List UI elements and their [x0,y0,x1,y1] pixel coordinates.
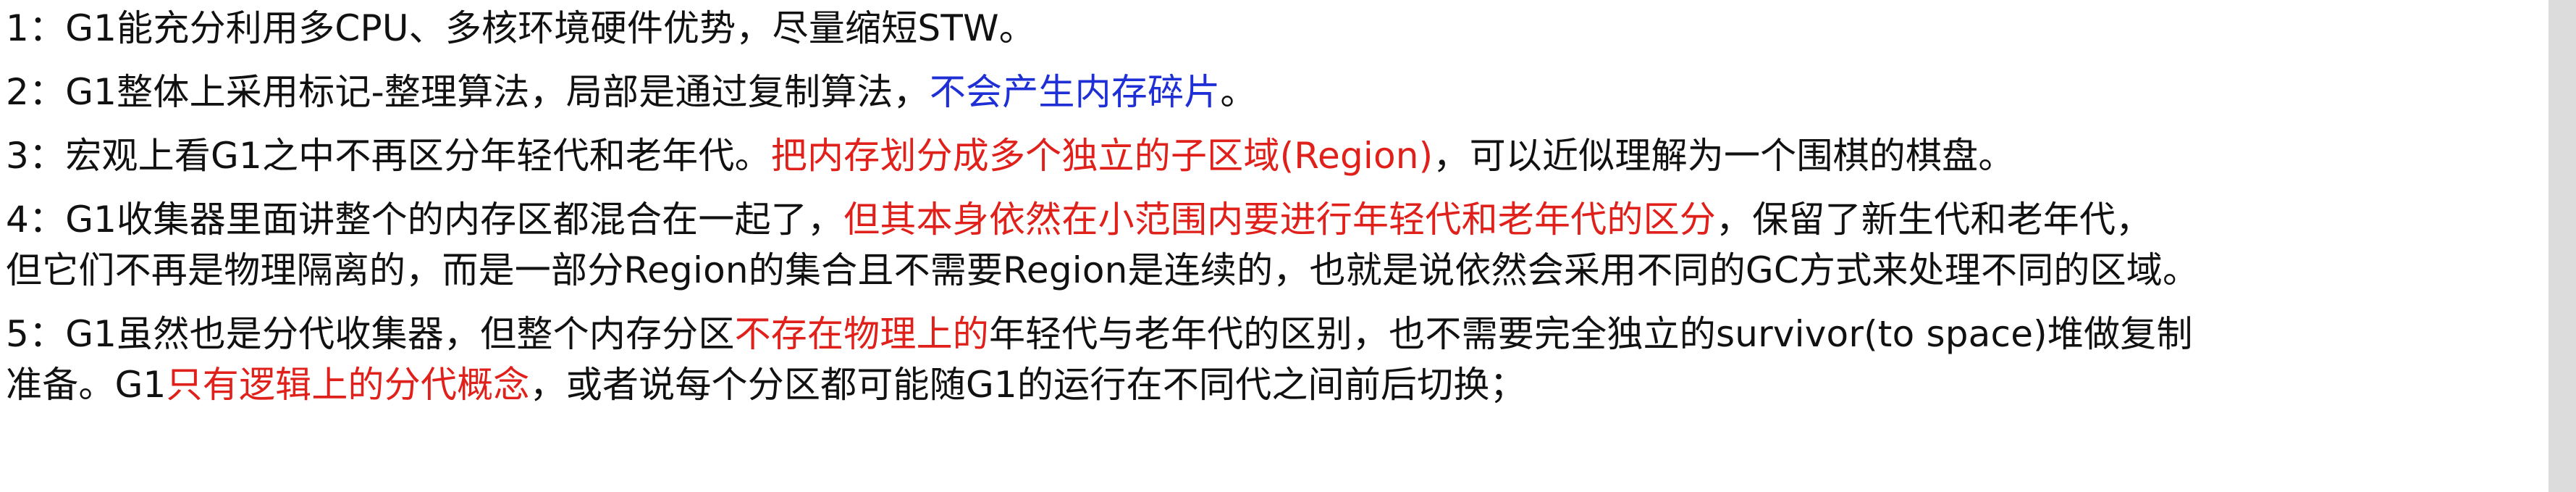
paragraph-1: 1：G1能充分利用多CPU、多核环境硬件优势，尽量缩短STW。 [6,3,2569,54]
highlight-red: 把内存划分成多个独立的子区域(Region) [770,135,1434,177]
paragraph-5-line-1: 5：G1虽然也是分代收集器，但整个内存分区不存在物理上的年轻代与老年代的区别，也… [6,309,2569,359]
paragraph-4-line-1: 4：G1收集器里面讲整个的内存区都混合在一起了，但其本身依然在小范围内要进行年轻… [6,194,2569,245]
paragraph-3: 3：宏观上看G1之中不再区分年轻代和老年代。把内存划分成多个独立的子区域(Reg… [6,130,2569,181]
text-run: 2：G1整体上采用标记-整理算法，局部是通过复制算法， [6,71,930,113]
text-run: 。 [1220,71,1257,113]
highlight-red: 只有逻辑上的分代概念 [166,364,530,406]
window-edge [2548,0,2576,492]
paragraph-3-line-1: 3：宏观上看G1之中不再区分年轻代和老年代。把内存划分成多个独立的子区域(Reg… [6,130,2569,181]
text-run: 但它们不再是物理隔离的，而是一部分Region的集合且不需要Region是连续的… [6,249,2200,291]
text-run: 3：宏观上看G1之中不再区分年轻代和老年代。 [6,135,771,177]
text-run: 5：G1虽然也是分代收集器，但整个内存分区 [6,313,735,355]
paragraph-5: 5：G1虽然也是分代收集器，但整个内存分区不存在物理上的年轻代与老年代的区别，也… [6,309,2569,410]
document-body: 1：G1能充分利用多CPU、多核环境硬件优势，尽量缩短STW。 2：G1整体上采… [6,3,2569,423]
text-run: ，可以近似理解为一个围棋的棋盘。 [1433,135,2015,177]
text-run: 4：G1收集器里面讲整个的内存区都混合在一起了， [6,199,844,241]
highlight-blue: 不会产生内存碎片 [929,71,1221,113]
paragraph-2-line-1: 2：G1整体上采用标记-整理算法，局部是通过复制算法，不会产生内存碎片。 [6,67,2569,117]
paragraph-5-line-2: 准备。G1只有逻辑上的分代概念，或者说每个分区都可能随G1的运行在不同代之间前后… [6,359,2569,410]
highlight-red: 但其本身依然在小范围内要进行年轻代和老年代的区分 [843,199,1716,241]
highlight-red: 不存在物理上的 [734,313,989,355]
paragraph-1-line-1: 1：G1能充分利用多CPU、多核环境硬件优势，尽量缩短STW。 [6,3,2569,54]
text-run: 年轻代与老年代的区别，也不需要完全独立的survivor(to space)堆做… [988,313,2193,355]
paragraph-2: 2：G1整体上采用标记-整理算法，局部是通过复制算法，不会产生内存碎片。 [6,67,2569,117]
text-run: 1：G1能充分利用多CPU、多核环境硬件优势，尽量缩短STW。 [6,7,1035,49]
text-run: 准备。G1 [6,364,167,406]
paragraph-4: 4：G1收集器里面讲整个的内存区都混合在一起了，但其本身依然在小范围内要进行年轻… [6,194,2569,296]
paragraph-4-line-2: 但它们不再是物理隔离的，而是一部分Region的集合且不需要Region是连续的… [6,245,2569,296]
text-run: ，或者说每个分区都可能随G1的运行在不同代之间前后切换； [529,364,1526,406]
text-run: ，保留了新生代和老年代， [1715,199,2152,241]
